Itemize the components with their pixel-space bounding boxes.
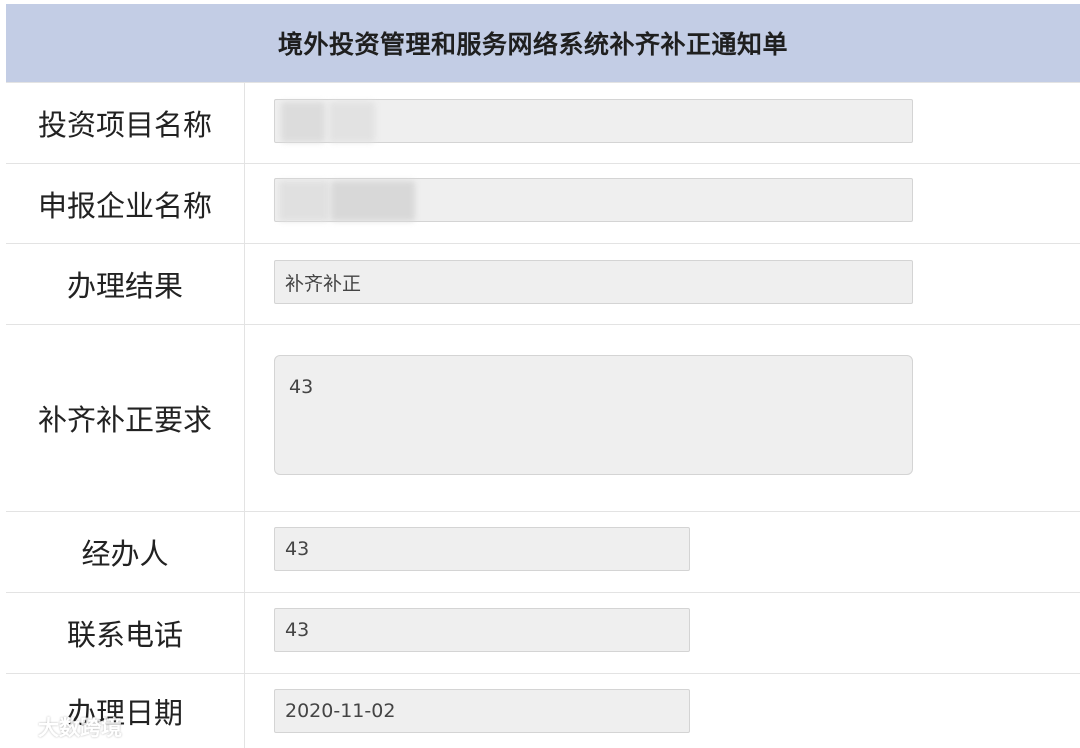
redaction-blur [331,181,415,221]
requirement-label: 补齐补正要求 [37,403,212,437]
handler-field[interactable]: 43 [274,527,690,571]
label-cell: 申报企业名称 [6,164,245,243]
handler-value: 43 [285,538,310,560]
label-cell: 补齐补正要求 [6,325,245,511]
value-cell: 43 [245,593,1080,673]
redaction-blur [279,181,329,221]
logo-icon [10,716,32,738]
label-cell: 联系电话 [6,593,245,673]
form-title: 境外投资管理和服务网络系统补齐补正通知单 [277,30,788,59]
form-header: 境外投资管理和服务网络系统补齐补正通知单 [6,4,1080,82]
label-cell: 办理结果 [6,244,245,324]
result-label: 办理结果 [66,269,183,303]
phone-label: 联系电话 [66,618,183,652]
row-result: 办理结果 补齐补正 [6,243,1080,324]
row-handler: 经办人 43 [6,511,1080,592]
value-cell [245,164,1080,243]
result-field[interactable]: 补齐补正 [274,260,913,304]
value-cell: 43 [245,512,1080,592]
redaction-blur [329,102,375,142]
project-name-label: 投资项目名称 [37,108,212,142]
company-name-label: 申报企业名称 [37,188,212,223]
phone-field[interactable]: 43 [274,608,690,652]
date-value: 2020-11-02 [285,700,396,722]
redaction-blur [281,102,325,142]
value-cell: 2020-11-02 [245,674,1080,748]
label-cell: 投资项目名称 [6,83,245,163]
value-cell [245,83,1080,163]
row-date: 办理日期 2020-11-02 [6,673,1080,748]
row-requirement: 补齐补正要求 43 [6,324,1080,511]
watermark: 大数跨境 [10,712,122,742]
row-company-name: 申报企业名称 [6,163,1080,243]
handler-label: 经办人 [81,537,169,571]
notice-form-page: 境外投资管理和服务网络系统补齐补正通知单 投资项目名称 申报企业名称 办理结果 … [0,0,1080,748]
project-name-field[interactable] [274,99,913,143]
row-phone: 联系电话 43 [6,592,1080,673]
requirement-textarea[interactable]: 43 [274,355,913,475]
requirement-value: 43 [289,376,314,398]
value-cell: 43 [245,325,1080,511]
result-value: 补齐补正 [285,272,362,295]
date-field[interactable]: 2020-11-02 [274,689,690,733]
value-cell: 补齐补正 [245,244,1080,324]
row-project-name: 投资项目名称 [6,82,1080,163]
phone-value: 43 [285,619,310,641]
label-cell: 经办人 [6,512,245,592]
company-name-field[interactable] [274,178,913,222]
watermark-text: 大数跨境 [38,716,122,740]
